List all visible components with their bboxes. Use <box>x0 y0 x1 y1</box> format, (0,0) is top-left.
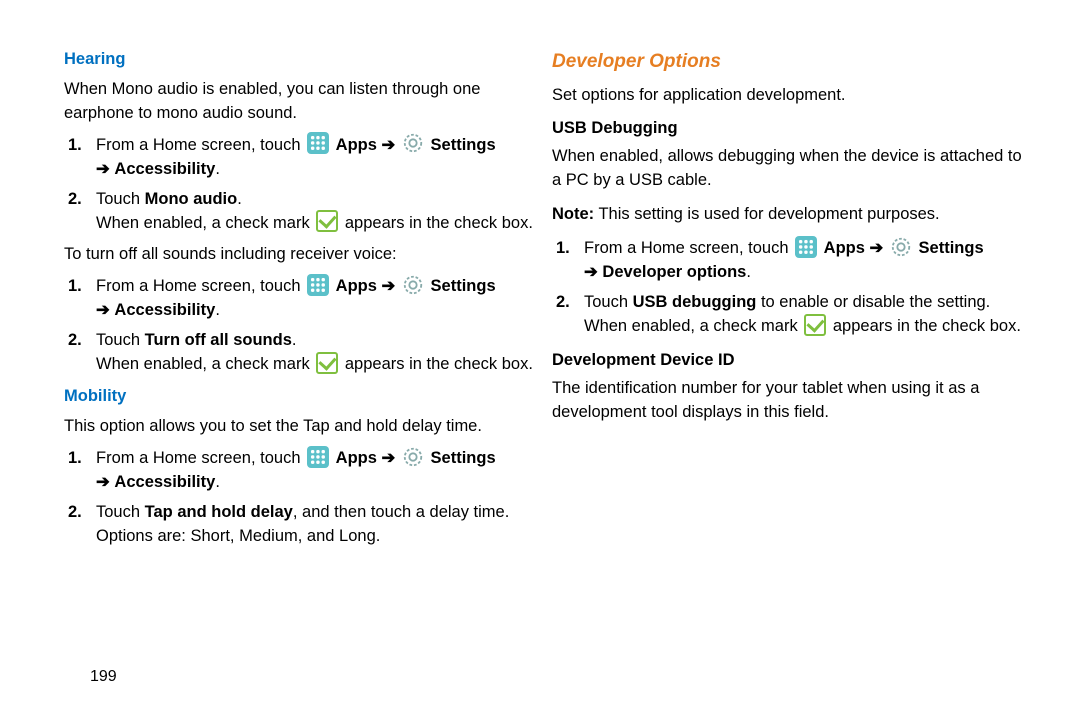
step-text: Touch <box>584 293 633 311</box>
list-item: 2. Touch Tap and hold delay, and then to… <box>86 501 542 549</box>
list-item: 1. From a Home screen, touch Apps ➔ Sett… <box>86 275 542 323</box>
usb-desc: When enabled, allows debugging when the … <box>552 145 1030 193</box>
arrow-icon: ➔ <box>382 449 396 467</box>
check-note: When enabled, a check mark appears in th… <box>96 212 542 236</box>
period: . <box>292 331 297 349</box>
mobility-steps: 1. From a Home screen, touch Apps ➔ Sett… <box>64 447 542 549</box>
text: appears in the check box. <box>345 214 533 232</box>
hearing-steps-2: 1. From a Home screen, touch Apps ➔ Sett… <box>64 275 542 377</box>
apps-label: Apps <box>824 239 865 257</box>
list-item: 1. From a Home screen, touch Apps ➔ Sett… <box>574 237 1030 285</box>
turnoff-intro: To turn off all sounds including receive… <box>64 243 542 267</box>
text: When enabled, a check mark <box>96 214 314 232</box>
settings-label: Settings <box>431 449 496 467</box>
list-item: 1. From a Home screen, touch Apps ➔ Sett… <box>86 134 542 182</box>
settings-label: Settings <box>919 239 984 257</box>
apps-icon <box>307 446 329 468</box>
hearing-steps-1: 1. From a Home screen, touch Apps ➔ Sett… <box>64 134 542 236</box>
list-item: 2. Touch USB debugging to enable or disa… <box>574 291 1030 339</box>
list-item: 2. Touch Mono audio. When enabled, a che… <box>86 188 542 236</box>
text: , and then touch a delay time. <box>293 503 509 521</box>
usb-debugging-label: USB debugging <box>633 293 757 311</box>
gear-icon <box>890 236 912 258</box>
checkmark-icon <box>316 352 338 374</box>
accessibility-label: Accessibility <box>114 301 215 319</box>
step-number: 1. <box>68 134 82 158</box>
left-column: Hearing When Mono audio is enabled, you … <box>64 48 542 700</box>
check-note: When enabled, a check mark appears in th… <box>96 353 542 377</box>
arrow-icon: ➔ <box>382 277 396 295</box>
arrow-icon: ➔ <box>584 263 598 281</box>
text: When enabled, a check mark <box>584 317 802 335</box>
step-number: 1. <box>68 447 82 471</box>
developer-options-heading: Developer Options <box>552 48 1030 76</box>
manual-page: Hearing When Mono audio is enabled, you … <box>0 0 1080 720</box>
gear-icon <box>402 274 424 296</box>
settings-label: Settings <box>431 277 496 295</box>
mono-audio-label: Mono audio <box>145 190 238 208</box>
arrow-icon: ➔ <box>870 239 884 257</box>
step-text: Touch <box>96 331 145 349</box>
period: . <box>237 190 242 208</box>
apps-icon <box>307 132 329 154</box>
dev-device-id-heading: Development Device ID <box>552 349 1030 373</box>
text: to enable or disable the setting. <box>756 293 990 311</box>
step-text: Touch <box>96 503 145 521</box>
text: appears in the check box. <box>345 355 533 373</box>
list-item: 1. From a Home screen, touch Apps ➔ Sett… <box>86 447 542 495</box>
dev-device-id-desc: The identification number for your table… <box>552 377 1030 425</box>
period: . <box>215 301 220 319</box>
step-number: 1. <box>68 275 82 299</box>
step-number: 2. <box>68 329 82 353</box>
step-number: 2. <box>556 291 570 315</box>
apps-label: Apps <box>336 277 377 295</box>
step-text: From a Home screen, touch <box>96 449 305 467</box>
arrow-icon: ➔ <box>96 473 110 491</box>
tap-hold-label: Tap and hold delay <box>145 503 293 521</box>
apps-label: Apps <box>336 449 377 467</box>
note-text: This setting is used for development pur… <box>594 205 939 223</box>
check-note: When enabled, a check mark appears in th… <box>584 315 1030 339</box>
step-text: From a Home screen, touch <box>584 239 793 257</box>
devopts-label: Developer options <box>602 263 746 281</box>
step-number: 2. <box>68 188 82 212</box>
right-column: Developer Options Set options for applic… <box>552 48 1030 700</box>
turnoff-label: Turn off all sounds <box>145 331 292 349</box>
checkmark-icon <box>804 314 826 336</box>
arrow-icon: ➔ <box>96 160 110 178</box>
arrow-icon: ➔ <box>96 301 110 319</box>
step-text: From a Home screen, touch <box>96 277 305 295</box>
period: . <box>215 160 220 178</box>
apps-icon <box>795 236 817 258</box>
mobility-heading: Mobility <box>64 385 542 409</box>
usb-steps: 1. From a Home screen, touch Apps ➔ Sett… <box>552 237 1030 339</box>
usb-debugging-heading: USB Debugging <box>552 117 1030 141</box>
text: When enabled, a check mark <box>96 355 314 373</box>
step-number: 1. <box>556 237 570 261</box>
hearing-intro: When Mono audio is enabled, you can list… <box>64 78 542 126</box>
accessibility-label: Accessibility <box>114 473 215 491</box>
step-text: From a Home screen, touch <box>96 136 305 154</box>
hearing-heading: Hearing <box>64 48 542 72</box>
text: appears in the check box. <box>833 317 1021 335</box>
list-item: 2. Touch Turn off all sounds. When enabl… <box>86 329 542 377</box>
page-number: 199 <box>90 668 117 686</box>
arrow-icon: ➔ <box>382 136 396 154</box>
gear-icon <box>402 132 424 154</box>
settings-label: Settings <box>431 136 496 154</box>
step-text: Touch <box>96 190 145 208</box>
checkmark-icon <box>316 210 338 232</box>
accessibility-label: Accessibility <box>114 160 215 178</box>
period: . <box>215 473 220 491</box>
apps-icon <box>307 274 329 296</box>
mobility-intro: This option allows you to set the Tap an… <box>64 415 542 439</box>
note-line: Note: This setting is used for developme… <box>552 203 1030 227</box>
options-text: Options are: Short, Medium, and Long. <box>96 525 542 549</box>
step-number: 2. <box>68 501 82 525</box>
devopts-intro: Set options for application development. <box>552 84 1030 108</box>
note-label: Note: <box>552 205 594 223</box>
gear-icon <box>402 446 424 468</box>
apps-label: Apps <box>336 136 377 154</box>
period: . <box>746 263 751 281</box>
